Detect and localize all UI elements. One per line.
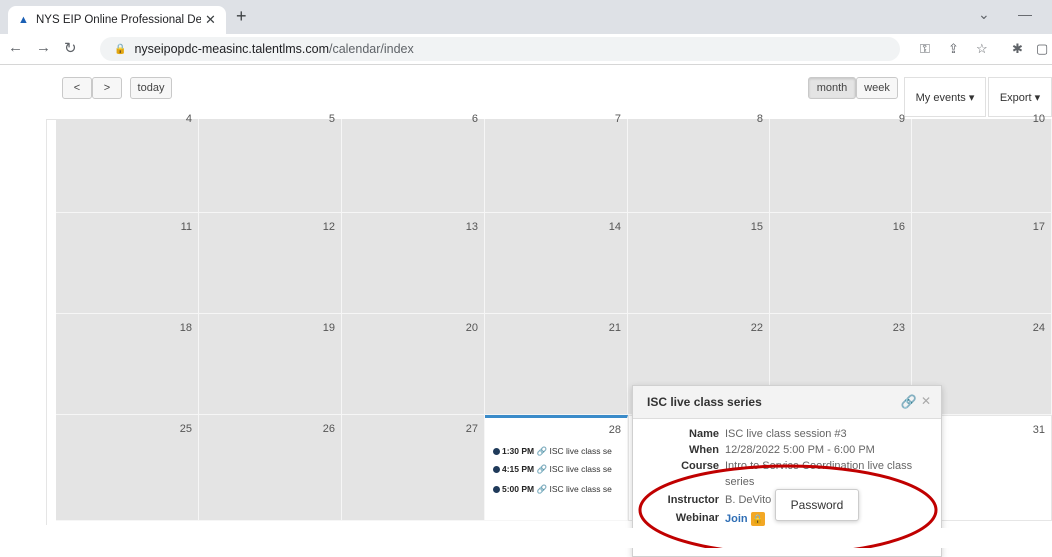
annotation-ellipse xyxy=(638,464,938,548)
